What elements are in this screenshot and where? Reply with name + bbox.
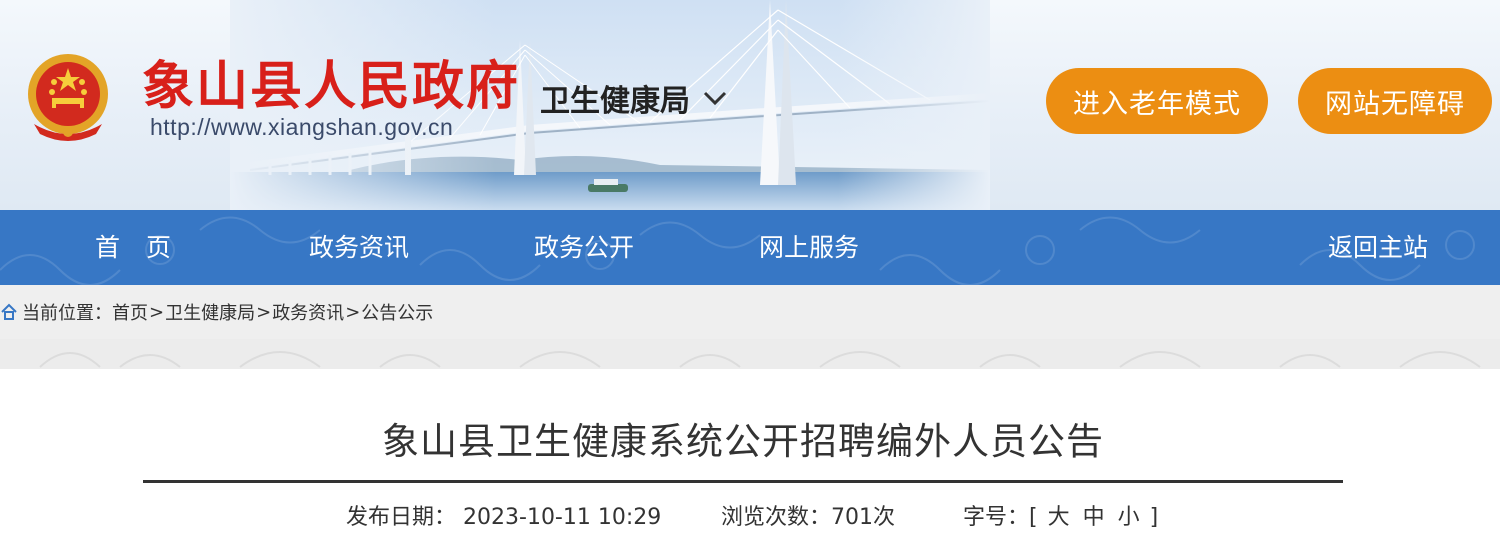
article-title: 象山县卫生健康系统公开招聘编外人员公告: [382, 420, 1104, 463]
site-url[interactable]: http://www.xiangshan.gov.cn: [150, 114, 453, 141]
publish-date-label: 发布日期：: [346, 505, 457, 530]
view-count: 浏览次数：701次: [721, 499, 895, 531]
view-count-label: 浏览次数：: [721, 505, 832, 530]
title-divider: [143, 480, 1343, 483]
breadcrumb-department[interactable]: 卫生健康局: [165, 299, 255, 325]
site-header: 象山县人民政府 http://www.xiangshan.gov.cn 卫生健康…: [0, 0, 1500, 210]
national-emblem-logo: [28, 54, 108, 141]
nav-item-news[interactable]: 政务资讯: [309, 210, 409, 285]
breadcrumb-separator: >: [256, 301, 272, 323]
cloud-pattern-decoration: [39, 351, 1481, 368]
nav-item-online-services[interactable]: 网上服务: [759, 210, 859, 285]
breadcrumb-news[interactable]: 政务资讯: [272, 299, 344, 325]
breadcrumb-announcements[interactable]: 公告公示: [361, 299, 433, 325]
breadcrumb-separator: >: [149, 301, 165, 323]
font-size-large-button[interactable]: 大: [1048, 505, 1070, 530]
article-panel: 象山县卫生健康系统公开招聘编外人员公告 发布日期： 2023-10-11 10:…: [0, 369, 1500, 549]
font-size-controls: 字号：[ 大 中 小 ]: [963, 499, 1158, 531]
accessibility-button[interactable]: 网站无障碍: [1298, 68, 1492, 134]
breadcrumb-home[interactable]: 首页: [112, 299, 148, 325]
breadcrumb-separator: >: [345, 301, 361, 323]
font-size-bracket-close: ]: [1149, 505, 1159, 530]
department-selector[interactable]: 卫生健康局: [540, 76, 728, 120]
site-name[interactable]: 象山县人民政府: [142, 44, 520, 119]
font-size-medium-button[interactable]: 中: [1083, 505, 1105, 530]
chevron-down-icon: [703, 91, 727, 106]
elder-mode-button[interactable]: 进入老年模式: [1046, 68, 1268, 134]
breadcrumb-prefix: 当前位置：: [22, 303, 112, 324]
home-icon: [1, 303, 17, 320]
department-label: 卫生健康局: [540, 84, 690, 119]
publish-date-value: 2023-10-11 10:29: [463, 505, 662, 530]
publish-date: 发布日期： 2023-10-11 10:29: [346, 499, 661, 531]
cloud-pattern-decoration: [0, 216, 1475, 285]
nav-item-main-site[interactable]: 返回主站: [1328, 210, 1428, 285]
font-size-label: 字号：: [963, 505, 1030, 530]
decorative-pattern-strip: [0, 339, 1500, 369]
breadcrumb: 当前位置： 首页 > 卫生健康局 > 政务资讯 > 公告公示: [0, 285, 1500, 339]
main-nav: 首页 政务资讯 政务公开 网上服务 返回主站: [0, 210, 1500, 285]
font-size-small-button[interactable]: 小: [1118, 505, 1140, 530]
view-count-value: 701次: [831, 505, 896, 530]
nav-item-disclosure[interactable]: 政务公开: [534, 210, 634, 285]
nav-item-home[interactable]: 首页: [95, 210, 197, 285]
font-size-bracket-open: [: [1029, 505, 1038, 530]
